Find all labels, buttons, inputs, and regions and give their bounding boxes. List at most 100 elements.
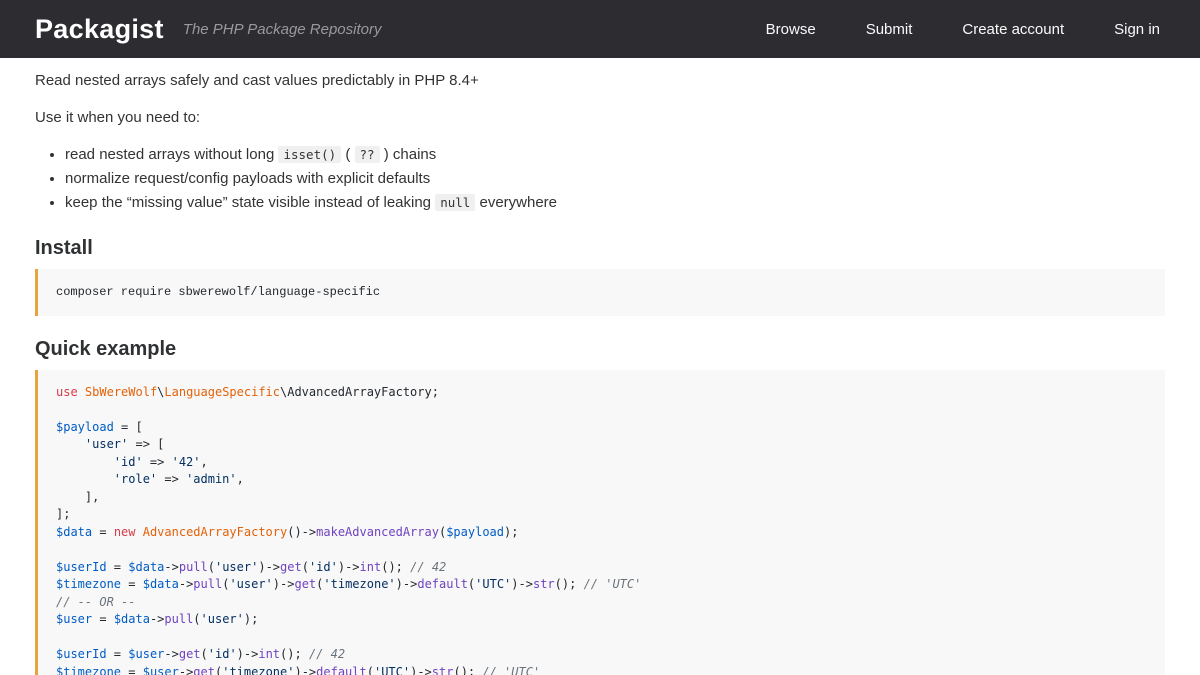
code-token: ); bbox=[504, 525, 518, 539]
code-token: ()-> bbox=[287, 525, 316, 539]
code-token: pull bbox=[193, 577, 222, 591]
code-token: = bbox=[92, 612, 114, 626]
code-line: $userId = $user->get('id')->int(); // 42 bbox=[56, 646, 1147, 664]
code-token: '42' bbox=[172, 455, 201, 469]
code-line bbox=[56, 401, 1147, 419]
code-token: )-> bbox=[396, 577, 418, 591]
code-token: 'id' bbox=[208, 647, 237, 661]
code-token: = bbox=[121, 577, 143, 591]
use-when-paragraph: Use it when you need to: bbox=[35, 108, 1165, 127]
code-line: // -- OR -- bbox=[56, 594, 1147, 612]
code-token: -> bbox=[164, 560, 178, 574]
code-token: => [ bbox=[128, 437, 164, 451]
code-line bbox=[56, 541, 1147, 559]
code-token: LanguageSpecific bbox=[164, 385, 280, 399]
code-token: $data bbox=[114, 612, 150, 626]
list-item: keep the “missing value” state visible i… bbox=[65, 191, 1165, 215]
code-token: ]; bbox=[56, 507, 70, 521]
code-token: 'admin' bbox=[186, 472, 237, 486]
code-line: $payload = [ bbox=[56, 419, 1147, 437]
code-token: pull bbox=[179, 560, 208, 574]
code-token: $userId bbox=[56, 560, 107, 574]
inline-code: ?? bbox=[355, 146, 380, 163]
code-token: // 'UTC' bbox=[584, 577, 642, 591]
code-token: ( bbox=[302, 560, 309, 574]
code-token: $timezone bbox=[56, 665, 121, 675]
code-token: ( bbox=[201, 647, 208, 661]
code-line: $user = $data->pull('user'); bbox=[56, 611, 1147, 629]
code-token: (); bbox=[555, 577, 584, 591]
code-token: = bbox=[107, 647, 129, 661]
code-line: 'user' => [ bbox=[56, 436, 1147, 454]
code-token: ( bbox=[367, 665, 374, 675]
code-token: // -- OR -- bbox=[56, 595, 135, 609]
install-command: composer require sbwerewolf/language-spe… bbox=[56, 285, 380, 299]
code-token: get bbox=[179, 647, 201, 661]
code-line: ], bbox=[56, 489, 1147, 507]
code-line: $userId = $data->pull('user')->get('id')… bbox=[56, 559, 1147, 577]
nav-sign-in[interactable]: Sign in bbox=[1089, 12, 1165, 47]
code-token: => bbox=[143, 455, 172, 469]
code-token: = bbox=[92, 525, 114, 539]
code-token: 'user' bbox=[229, 577, 272, 591]
code-token: 'user' bbox=[215, 560, 258, 574]
code-token: 'UTC' bbox=[374, 665, 410, 675]
code-token: )-> bbox=[338, 560, 360, 574]
packagist-logo[interactable]: Packagist bbox=[35, 14, 164, 45]
code-token: // 42 bbox=[309, 647, 345, 661]
code-token: 'role' bbox=[114, 472, 157, 486]
code-token: str bbox=[432, 665, 454, 675]
code-token: )-> bbox=[511, 577, 533, 591]
code-token: )-> bbox=[410, 665, 432, 675]
code-line bbox=[56, 629, 1147, 647]
main-nav: Browse Submit Create account Sign in bbox=[741, 12, 1165, 47]
list-item: normalize request/config payloads with e… bbox=[65, 167, 1165, 191]
code-token: (); bbox=[453, 665, 482, 675]
code-token: => bbox=[157, 472, 186, 486]
code-token: $payload bbox=[56, 420, 114, 434]
inline-code: isset() bbox=[278, 146, 341, 163]
code-token: $timezone bbox=[56, 577, 121, 591]
code-line: ]; bbox=[56, 506, 1147, 524]
code-token: )-> bbox=[237, 647, 259, 661]
code-token: default bbox=[417, 577, 468, 591]
code-token: int bbox=[360, 560, 382, 574]
code-token: = [ bbox=[114, 420, 143, 434]
code-line: use SbWereWolf\LanguageSpecific\Advanced… bbox=[56, 384, 1147, 402]
code-token: int bbox=[258, 647, 280, 661]
code-token: = bbox=[107, 560, 129, 574]
code-token: AdvancedArrayFactory bbox=[143, 525, 288, 539]
nav-create-account[interactable]: Create account bbox=[937, 12, 1089, 47]
code-token: pull bbox=[164, 612, 193, 626]
nav-browse[interactable]: Browse bbox=[741, 12, 841, 47]
code-token: ( bbox=[208, 560, 215, 574]
code-token: )-> bbox=[258, 560, 280, 574]
site-tagline: The PHP Package Repository bbox=[183, 21, 382, 38]
code-token: -> bbox=[164, 647, 178, 661]
code-line: 'id' => '42', bbox=[56, 454, 1147, 472]
install-code-block: composer require sbwerewolf/language-spe… bbox=[35, 269, 1165, 316]
nav-submit[interactable]: Submit bbox=[841, 12, 938, 47]
install-heading: Install bbox=[35, 236, 1165, 260]
code-token bbox=[56, 455, 114, 469]
code-token: // 42 bbox=[410, 560, 446, 574]
code-token: )-> bbox=[273, 577, 295, 591]
code-line: $timezone = $data->pull('user')->get('ti… bbox=[56, 576, 1147, 594]
code-token: (); bbox=[280, 647, 309, 661]
code-token: ( bbox=[193, 612, 200, 626]
code-token: get bbox=[294, 577, 316, 591]
code-token: 'id' bbox=[114, 455, 143, 469]
code-token: 'timezone' bbox=[222, 665, 294, 675]
code-token: 'timezone' bbox=[323, 577, 395, 591]
code-token: $payload bbox=[446, 525, 504, 539]
code-token bbox=[78, 385, 85, 399]
code-token: $user bbox=[56, 612, 92, 626]
code-token bbox=[136, 525, 143, 539]
intro-paragraph: Read nested arrays safely and cast value… bbox=[35, 71, 1165, 90]
code-token: $userId bbox=[56, 647, 107, 661]
code-token: ); bbox=[244, 612, 258, 626]
code-line: 'role' => 'admin', bbox=[56, 471, 1147, 489]
inline-code: null bbox=[435, 194, 475, 211]
example-heading: Quick example bbox=[35, 337, 1165, 361]
code-token: default bbox=[316, 665, 367, 675]
